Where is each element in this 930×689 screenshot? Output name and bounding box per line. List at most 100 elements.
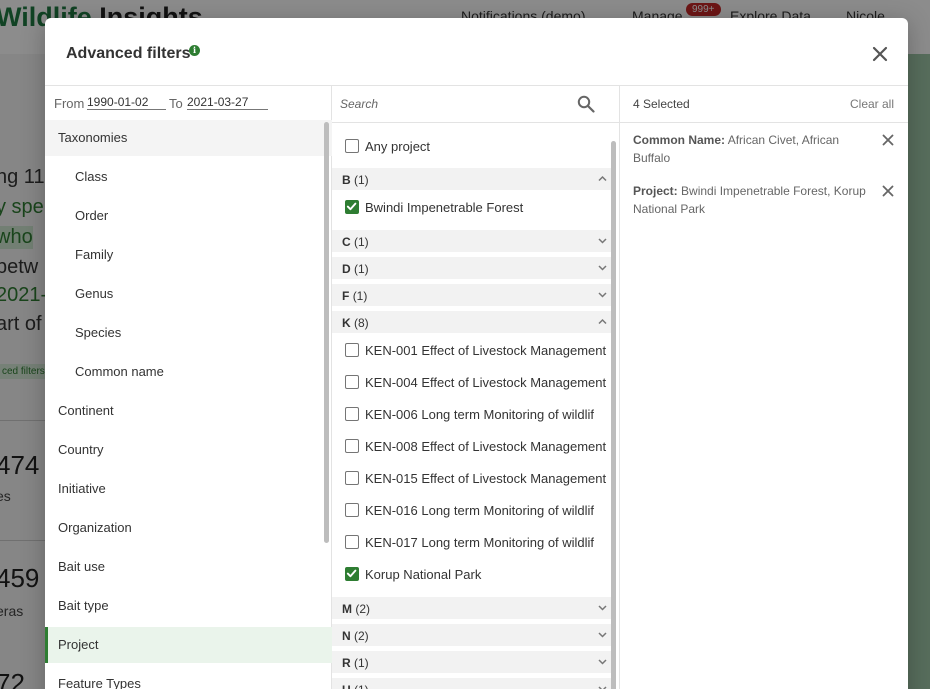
group-label: N (2)	[342, 629, 369, 643]
checkbox[interactable]	[345, 471, 359, 485]
option-label: KEN-001 Effect of Livestock Management	[365, 343, 607, 358]
group-label: U (1)	[342, 683, 369, 689]
category-bait-use[interactable]: Bait use	[45, 549, 332, 585]
selected-filter-item: Common Name: African Civet, African Buff…	[633, 131, 878, 167]
group-label: B (1)	[342, 173, 369, 187]
category-family[interactable]: Family	[45, 237, 332, 273]
date-from-label: From	[54, 96, 85, 111]
checkbox[interactable]	[345, 407, 359, 421]
selected-header: 4 Selected Clear all	[620, 86, 908, 123]
selected-count: 4 Selected	[633, 97, 690, 111]
checkbox[interactable]	[345, 200, 359, 214]
category-organization[interactable]: Organization	[45, 510, 332, 546]
checkbox[interactable]	[345, 439, 359, 453]
selected-filters-panel: 4 Selected Clear all Common Name: Africa…	[620, 86, 908, 689]
options-scrollbar[interactable]	[611, 141, 616, 689]
category-continent[interactable]: Continent	[45, 393, 332, 429]
chevron-up-icon	[598, 175, 607, 182]
category-class[interactable]: Class	[45, 159, 332, 195]
check-icon	[346, 569, 357, 578]
option-ken-006-long-term-monitoring-of-wildlif[interactable]: KEN-006 Long term Monitoring of wildlif	[332, 400, 612, 428]
search-input[interactable]	[340, 95, 570, 113]
group-label: M (2)	[342, 602, 371, 616]
chevron-down-icon	[598, 686, 607, 689]
chevron-down-icon	[598, 292, 607, 298]
date-range: From To	[45, 86, 332, 120]
group-header-r[interactable]: R (1)	[332, 651, 612, 673]
category-taxonomies[interactable]: Taxonomies	[45, 120, 332, 156]
option-ken-004-effect-of-livestock-management[interactable]: KEN-004 Effect of Livestock Management	[332, 368, 612, 396]
group-label: R (1)	[342, 656, 369, 670]
category-project[interactable]: Project	[45, 627, 332, 663]
group-label: D (1)	[342, 262, 369, 276]
category-order[interactable]: Order	[45, 198, 332, 234]
option-ken-015-effect-of-livestock-management[interactable]: KEN-015 Effect of Livestock Management	[332, 464, 612, 492]
date-to-label: To	[169, 96, 183, 111]
group-header-k[interactable]: K (8)	[332, 311, 612, 333]
remove-filter-button[interactable]	[881, 133, 895, 147]
search-bar	[332, 86, 620, 123]
option-label: Bwindi Impenetrable Forest	[365, 200, 524, 215]
chevron-down-icon	[598, 238, 607, 244]
group-header-f[interactable]: F (1)	[332, 284, 612, 306]
group-header-u[interactable]: U (1)	[332, 678, 612, 689]
option-label: KEN-016 Long term Monitoring of wildlif	[365, 503, 595, 518]
group-label: F (1)	[342, 289, 368, 303]
category-feature-types[interactable]: Feature Types	[45, 666, 332, 689]
option-label: KEN-017 Long term Monitoring of wildlif	[365, 535, 595, 550]
option-label: KEN-008 Effect of Livestock Management	[365, 439, 607, 454]
date-to-input[interactable]	[187, 94, 268, 110]
check-icon	[346, 202, 357, 211]
category-bait-type[interactable]: Bait type	[45, 588, 332, 624]
filter-category-panel: From To TaxonomiesClassOrderFamilyGenusS…	[45, 86, 332, 689]
group-header-m[interactable]: M (2)	[332, 597, 612, 619]
chevron-down-icon	[598, 265, 607, 271]
close-button[interactable]	[869, 43, 891, 65]
close-icon	[882, 185, 894, 197]
chevron-down-icon	[598, 659, 607, 665]
info-icon[interactable]: i	[189, 45, 200, 56]
checkbox[interactable]	[345, 535, 359, 549]
chevron-down-icon	[598, 632, 607, 638]
group-header-c[interactable]: C (1)	[332, 230, 612, 252]
category-scrollbar[interactable]	[324, 122, 329, 543]
clear-all-button[interactable]: Clear all	[850, 97, 894, 111]
option-ken-008-effect-of-livestock-management[interactable]: KEN-008 Effect of Livestock Management	[332, 432, 612, 460]
search-icon[interactable]	[577, 95, 595, 113]
option-any-project[interactable]: Any project	[332, 132, 612, 160]
modal-header: Advanced filters i	[45, 18, 908, 86]
filter-options-panel: Any project B (1) Bwindi Impenetrable Fore…	[332, 86, 620, 689]
category-genus[interactable]: Genus	[45, 276, 332, 312]
checkbox[interactable]	[345, 567, 359, 581]
selected-filter-key: Project:	[633, 184, 678, 198]
option-label: KEN-004 Effect of Livestock Management	[365, 375, 607, 390]
modal-title: Advanced filters	[66, 45, 191, 62]
checkbox[interactable]	[345, 503, 359, 517]
group-label: K (8)	[342, 316, 369, 330]
option-label: KEN-006 Long term Monitoring of wildlif	[365, 407, 595, 422]
category-common-name[interactable]: Common name	[45, 354, 332, 390]
date-from-input[interactable]	[87, 94, 166, 110]
option-label: Korup National Park	[365, 567, 482, 582]
option-bwindi-impenetrable-forest[interactable]: Bwindi Impenetrable Forest	[332, 193, 612, 221]
group-header-d[interactable]: D (1)	[332, 257, 612, 279]
group-label: C (1)	[342, 235, 369, 249]
group-header-b[interactable]: B (1)	[332, 168, 612, 190]
group-header-n[interactable]: N (2)	[332, 624, 612, 646]
remove-filter-button[interactable]	[881, 184, 895, 198]
option-ken-016-long-term-monitoring-of-wildlif[interactable]: KEN-016 Long term Monitoring of wildlif	[332, 496, 612, 524]
category-species[interactable]: Species	[45, 315, 332, 351]
option-ken-001-effect-of-livestock-management[interactable]: KEN-001 Effect of Livestock Management	[332, 336, 612, 364]
option-label: KEN-015 Effect of Livestock Management	[365, 471, 607, 486]
option-korup-national-park[interactable]: Korup National Park	[332, 560, 612, 588]
category-initiative[interactable]: Initiative	[45, 471, 332, 507]
option-ken-017-long-term-monitoring-of-wildlif[interactable]: KEN-017 Long term Monitoring of wildlif	[332, 528, 612, 556]
checkbox[interactable]	[345, 375, 359, 389]
checkbox[interactable]	[345, 139, 359, 153]
selected-filter-item: Project: Bwindi Impenetrable Forest, Kor…	[633, 182, 878, 218]
advanced-filters-modal: Advanced filters i From To TaxonomiesCla…	[45, 18, 908, 689]
category-country[interactable]: Country	[45, 432, 332, 468]
chevron-up-icon	[598, 318, 607, 325]
checkbox[interactable]	[345, 343, 359, 357]
close-icon	[882, 134, 894, 146]
